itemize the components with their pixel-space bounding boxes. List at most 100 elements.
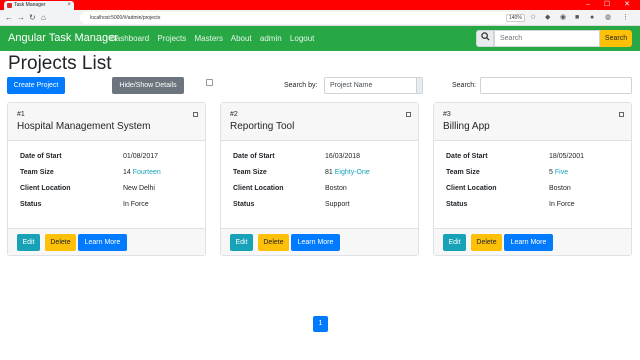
nav-admin[interactable]: admin bbox=[260, 34, 282, 43]
browser-tab-bar: Task Manager × – ☐ ✕ bbox=[0, 0, 640, 10]
field-label: Team Size bbox=[446, 169, 480, 176]
field-value: Boston bbox=[549, 185, 571, 192]
field-label: Status bbox=[233, 201, 255, 208]
search-input[interactable] bbox=[480, 77, 632, 94]
extension-icon[interactable]: ◆ bbox=[545, 14, 550, 22]
team-size-row: Team Size 5 Five bbox=[446, 169, 626, 179]
profile-icon[interactable]: ◍ bbox=[605, 14, 611, 22]
edit-button[interactable]: Edit bbox=[443, 234, 466, 251]
client-location-row: Client Location New Delhi bbox=[20, 185, 200, 195]
search-label: Search: bbox=[452, 82, 477, 89]
field-value: Support bbox=[325, 201, 350, 208]
learn-more-button[interactable]: Learn More bbox=[291, 234, 340, 251]
status-row: Status In Force bbox=[20, 201, 200, 211]
project-card: #2 Reporting Tool Date of Start 16/03/20… bbox=[220, 102, 419, 256]
learn-more-button[interactable]: Learn More bbox=[78, 234, 127, 251]
browser-tab[interactable]: Task Manager × bbox=[4, 1, 74, 10]
edit-button[interactable]: Edit bbox=[230, 234, 253, 251]
nav-about[interactable]: About bbox=[231, 34, 252, 43]
brand[interactable]: Angular Task Manager bbox=[8, 32, 118, 44]
tab-close-icon[interactable]: × bbox=[67, 1, 71, 10]
date-of-start-row: Date of Start 16/03/2018 bbox=[233, 153, 413, 163]
field-value: In Force bbox=[549, 201, 575, 208]
field-label: Client Location bbox=[446, 185, 497, 192]
field-value: 18/05/2001 bbox=[549, 153, 585, 160]
nav-links: Dashboard Projects Masters About admin L… bbox=[110, 34, 320, 43]
team-size-number: 81 bbox=[325, 169, 333, 176]
field-label: Team Size bbox=[20, 169, 54, 176]
status-row: Status Support bbox=[233, 201, 413, 211]
status-row: Status In Force bbox=[446, 201, 626, 211]
field-label: Date of Start bbox=[233, 153, 275, 160]
chevron-down-icon bbox=[416, 78, 422, 93]
edit-button[interactable]: Edit bbox=[17, 234, 40, 251]
card-header: #2 Reporting Tool bbox=[221, 103, 418, 141]
search-icon bbox=[476, 30, 494, 47]
project-name: Billing App bbox=[443, 121, 490, 132]
team-size-number: 5 bbox=[549, 169, 553, 176]
field-label: Date of Start bbox=[20, 153, 62, 160]
learn-more-button[interactable]: Learn More bbox=[504, 234, 553, 251]
navbar-search-input[interactable]: Search bbox=[494, 30, 600, 47]
search-by-select[interactable]: Project Name bbox=[324, 77, 423, 94]
hide-show-details-button[interactable]: Hide/Show Details bbox=[112, 77, 184, 94]
url-field[interactable]: localhost:5000/#/admin/projects bbox=[80, 12, 520, 24]
field-label: Client Location bbox=[233, 185, 284, 192]
extension-icon[interactable]: ■ bbox=[575, 14, 579, 22]
menu-icon[interactable]: ⋮ bbox=[622, 14, 629, 22]
field-label: Status bbox=[20, 201, 42, 208]
zoom-indicator[interactable]: 140% bbox=[506, 14, 525, 22]
star-icon[interactable]: ☆ bbox=[530, 14, 536, 22]
project-number: #1 bbox=[17, 111, 25, 118]
project-name: Reporting Tool bbox=[230, 121, 295, 132]
reload-icon[interactable]: ↻ bbox=[29, 13, 36, 23]
tab-title: Task Manager bbox=[14, 2, 46, 8]
nav-projects[interactable]: Projects bbox=[157, 34, 186, 43]
team-size-words: Eighty-One bbox=[334, 169, 370, 176]
field-value: In Force bbox=[123, 201, 149, 208]
team-size-words: Five bbox=[554, 169, 569, 176]
favicon-icon bbox=[7, 3, 12, 8]
window-controls[interactable]: – ☐ ✕ bbox=[586, 0, 636, 10]
project-number: #2 bbox=[230, 111, 238, 118]
project-checkbox[interactable] bbox=[193, 112, 198, 117]
project-checkbox[interactable] bbox=[619, 112, 624, 117]
field-value: New Delhi bbox=[123, 185, 155, 192]
search-by-value: Project Name bbox=[330, 82, 373, 89]
nav-masters[interactable]: Masters bbox=[195, 34, 223, 43]
field-value: 5 Five bbox=[549, 169, 568, 176]
field-label: Client Location bbox=[20, 185, 71, 192]
field-value: 14 Fourteen bbox=[123, 169, 161, 176]
home-icon[interactable]: ⌂ bbox=[41, 13, 46, 23]
field-label: Status bbox=[446, 201, 468, 208]
card-footer: Edit Delete Learn More bbox=[221, 228, 418, 255]
navbar-search-button[interactable]: Search bbox=[600, 30, 632, 47]
nav-dashboard[interactable]: Dashboard bbox=[110, 34, 149, 43]
arrow-left-icon[interactable]: ← bbox=[5, 13, 13, 23]
field-value: 01/08/2017 bbox=[123, 153, 159, 160]
arrow-right-icon[interactable]: → bbox=[17, 13, 25, 23]
delete-button[interactable]: Delete bbox=[258, 234, 289, 251]
team-size-words: Fourteen bbox=[132, 169, 161, 176]
page-title: Projects List bbox=[8, 53, 112, 74]
team-size-number: 14 bbox=[123, 169, 131, 176]
project-name: Hospital Management System bbox=[17, 121, 151, 132]
address-bar: ← → ↻ ⌂ localhost:5000/#/admin/projects … bbox=[0, 10, 640, 26]
card-header: #3 Billing App bbox=[434, 103, 631, 141]
card-footer: Edit Delete Learn More bbox=[8, 228, 205, 255]
create-project-button[interactable]: Create Project bbox=[7, 77, 65, 94]
select-all-checkbox[interactable] bbox=[206, 79, 213, 86]
date-of-start-row: Date of Start 18/05/2001 bbox=[446, 153, 626, 163]
project-number: #3 bbox=[443, 111, 451, 118]
extension-icon[interactable]: ● bbox=[590, 14, 594, 22]
delete-button[interactable]: Delete bbox=[45, 234, 76, 251]
nav-logout[interactable]: Logout bbox=[290, 34, 314, 43]
project-card: #1 Hospital Management System Date of St… bbox=[7, 102, 206, 256]
date-of-start-row: Date of Start 01/08/2017 bbox=[20, 153, 200, 163]
project-checkbox[interactable] bbox=[406, 112, 411, 117]
field-label: Date of Start bbox=[446, 153, 488, 160]
pagination-page-1[interactable]: 1 bbox=[313, 316, 328, 332]
extension-icon[interactable]: ◉ bbox=[560, 14, 566, 22]
search-by-label: Search by: bbox=[284, 82, 318, 89]
delete-button[interactable]: Delete bbox=[471, 234, 502, 251]
